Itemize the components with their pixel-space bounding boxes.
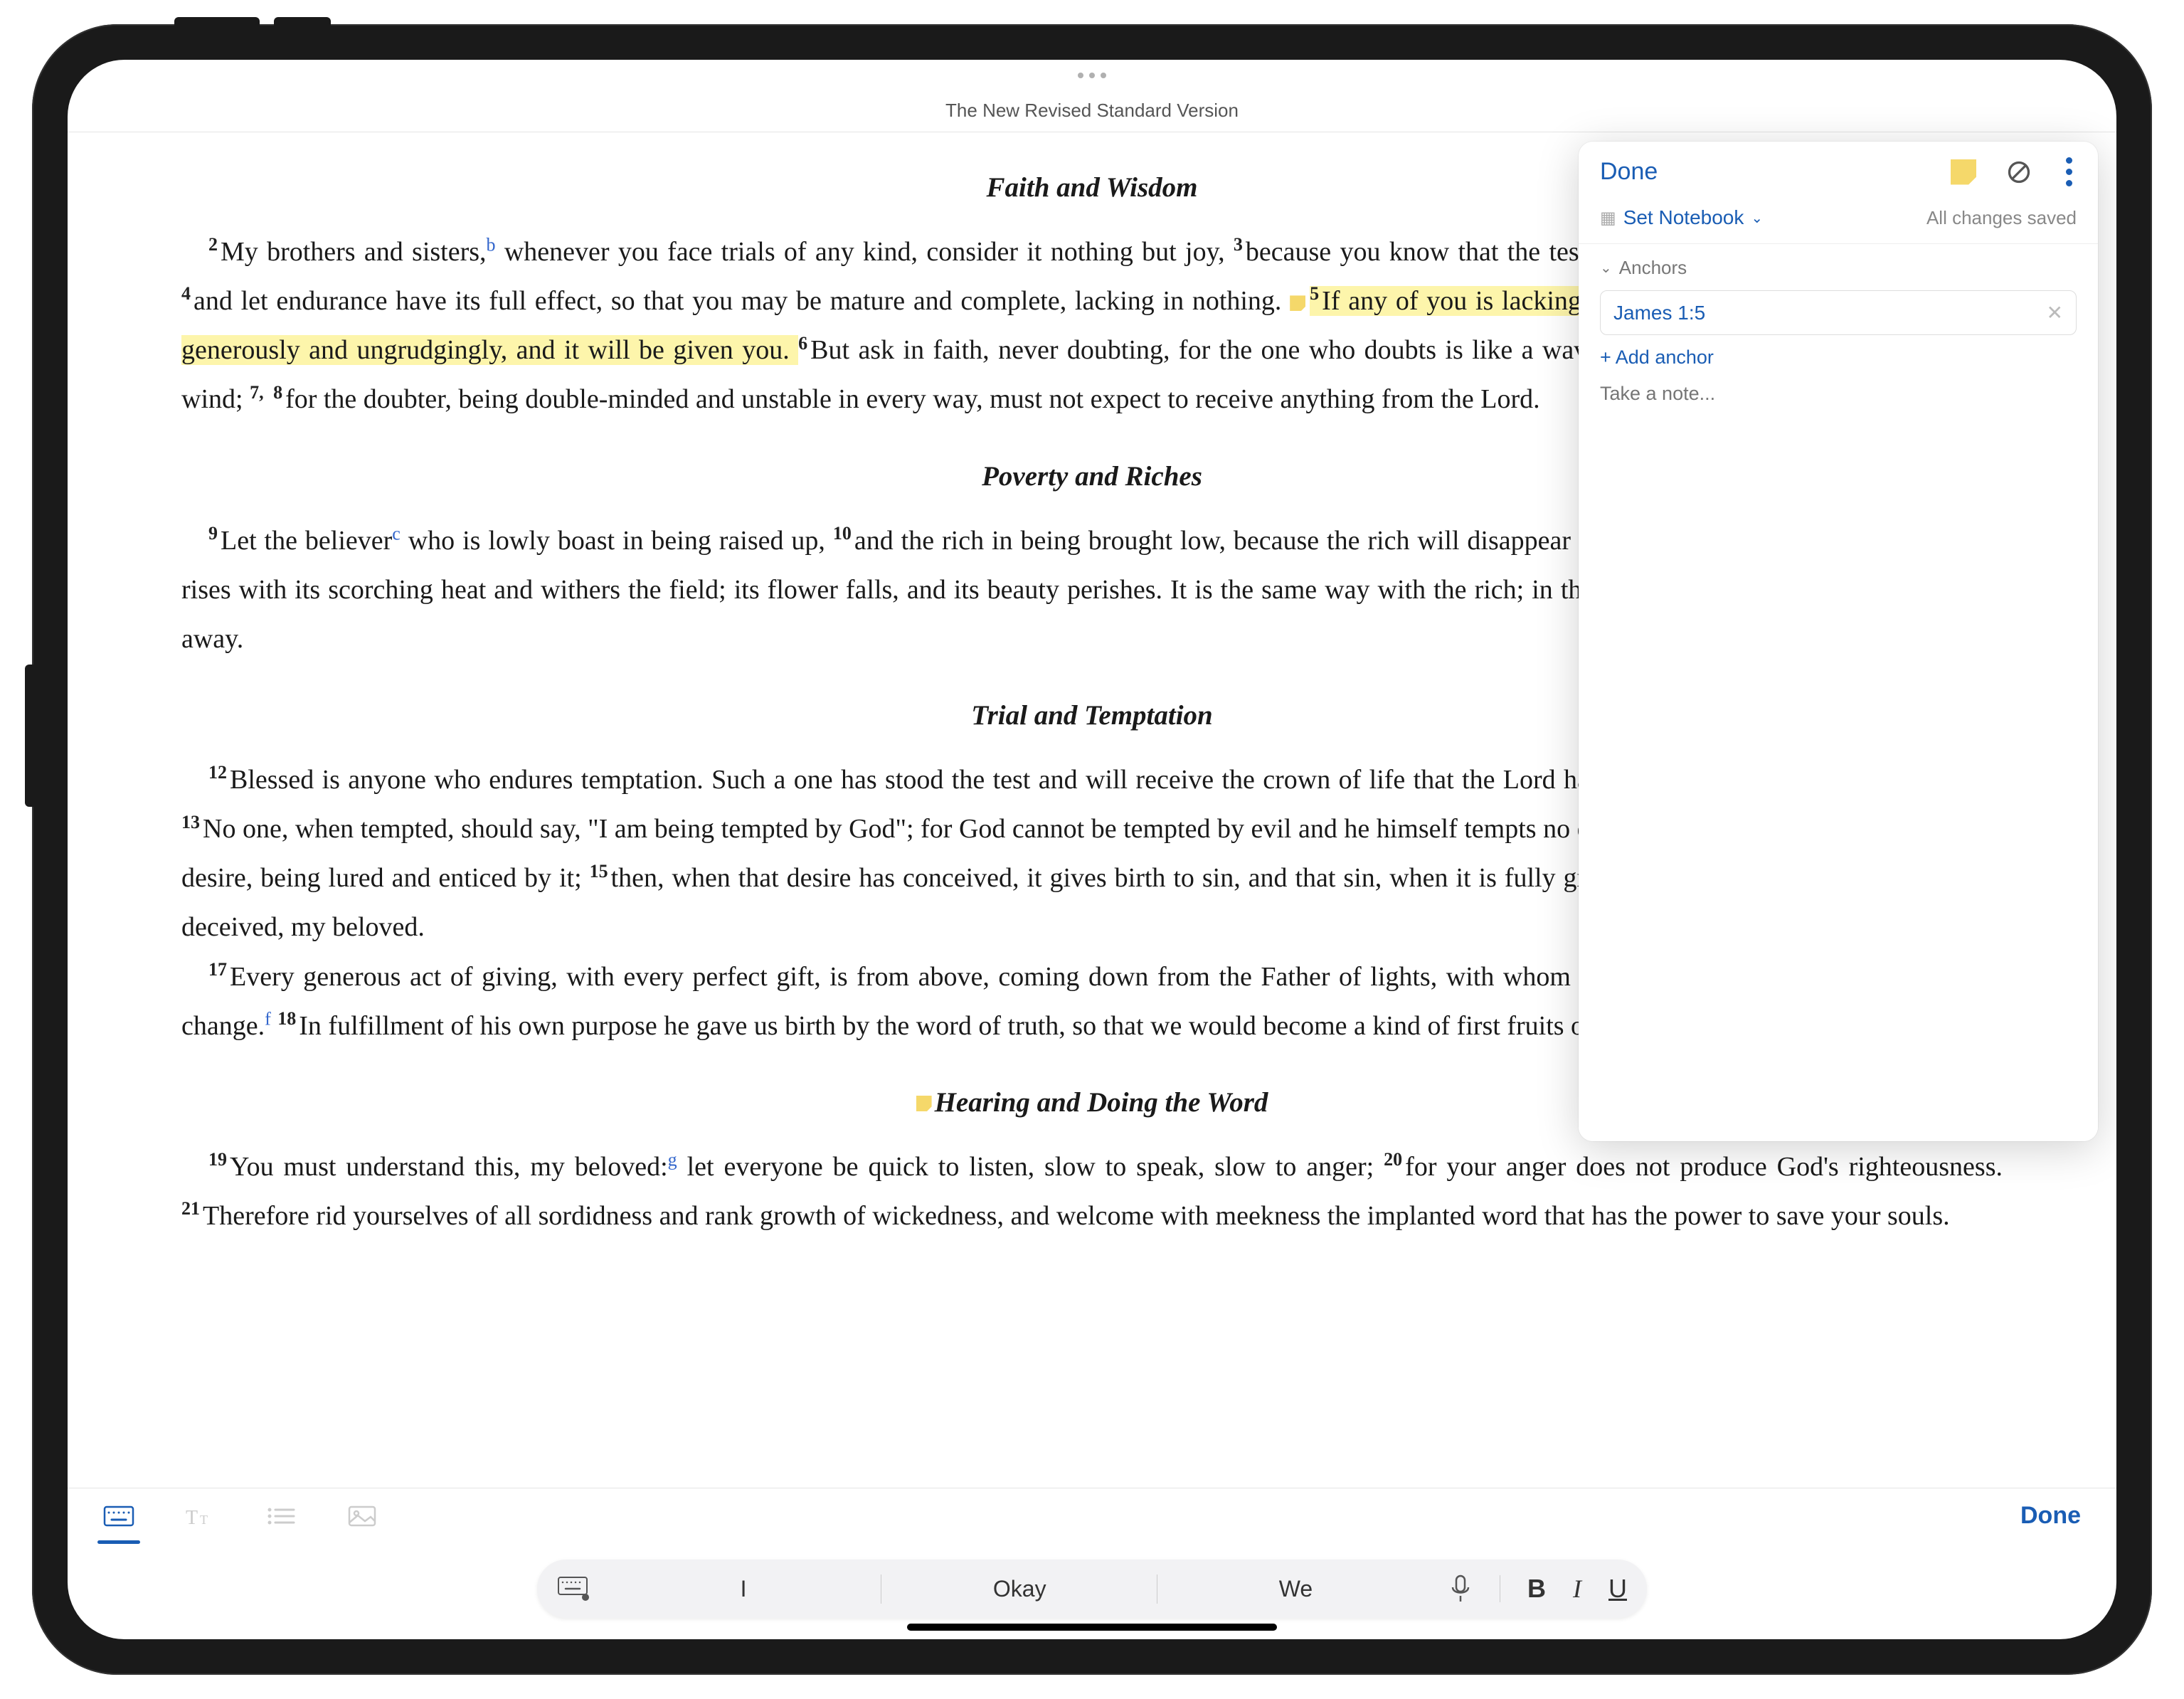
verse-number: 4 xyxy=(181,283,191,304)
verse-number: 3 xyxy=(1234,234,1243,255)
suggestion-3[interactable]: We xyxy=(1157,1560,1433,1618)
list-icon[interactable] xyxy=(265,1504,297,1528)
keyboard-tab-icon[interactable] xyxy=(103,1504,134,1528)
note-panel: Done ▦ Set Notebook ⌄ All changes saved xyxy=(1579,142,2098,1141)
notebook-icon: ▦ xyxy=(1600,208,1616,228)
bold-button[interactable]: B xyxy=(1527,1574,1546,1604)
paragraph[interactable]: 19You must understand this, my beloved:g… xyxy=(181,1143,2003,1241)
anchors-toggle[interactable]: ⌄ Anchors xyxy=(1600,257,2077,279)
verse-number: 9 xyxy=(208,523,218,544)
save-status: All changes saved xyxy=(1926,207,2077,229)
done-button[interactable]: Done xyxy=(1600,158,1658,186)
close-icon[interactable]: ✕ xyxy=(2047,301,2063,324)
suggestion-1[interactable]: I xyxy=(605,1560,881,1618)
note-marker-icon[interactable] xyxy=(916,1096,932,1111)
tablet-frame: The New Revised Standard Version Faith a… xyxy=(32,24,2152,1675)
verse-number: 5 xyxy=(1310,283,1319,304)
screen: The New Revised Standard Version Faith a… xyxy=(68,60,2116,1639)
kebab-menu-icon[interactable] xyxy=(2062,157,2077,186)
note-color-icon[interactable] xyxy=(1951,159,1976,185)
physical-buttons-top xyxy=(174,17,331,26)
bottom-toolbar: TT Done xyxy=(68,1488,2116,1543)
svg-text:T: T xyxy=(186,1507,198,1528)
anchor-chip[interactable]: James 1:5 ✕ xyxy=(1600,290,2077,335)
chevron-down-icon: ⌄ xyxy=(1751,209,1763,227)
italic-button[interactable]: I xyxy=(1573,1574,1581,1604)
verse-number: 7, xyxy=(250,382,264,403)
verse-number: 20 xyxy=(1384,1149,1402,1170)
add-anchor-button[interactable]: + Add anchor xyxy=(1600,346,2077,369)
underline-button[interactable]: U xyxy=(1608,1574,1627,1604)
chevron-down-icon: ⌄ xyxy=(1600,259,1612,277)
microphone-icon[interactable] xyxy=(1448,1574,1473,1603)
anchor-reference: James 1:5 xyxy=(1613,302,1705,324)
verse-number: 12 xyxy=(208,762,227,783)
image-icon[interactable] xyxy=(346,1504,378,1528)
verse-number: 6 xyxy=(798,333,807,354)
verse-number: 21 xyxy=(181,1198,200,1219)
note-textarea[interactable] xyxy=(1579,369,2098,1141)
verse-number: 18 xyxy=(277,1008,296,1029)
keyboard-dismiss-icon[interactable] xyxy=(557,1576,591,1602)
footnote-marker[interactable]: b xyxy=(487,234,496,255)
footnote-marker[interactable]: g xyxy=(668,1149,677,1170)
note-panel-header: Done xyxy=(1579,142,2098,199)
verse-number: 15 xyxy=(590,861,608,882)
physical-button-side xyxy=(25,665,33,807)
footnote-marker[interactable]: f xyxy=(265,1008,271,1029)
set-notebook-button[interactable]: ▦ Set Notebook ⌄ xyxy=(1600,206,1763,229)
toolbar-done-button[interactable]: Done xyxy=(2020,1502,2081,1530)
no-entry-icon[interactable] xyxy=(2006,159,2032,185)
divider xyxy=(1500,1575,1501,1602)
note-subheader: ▦ Set Notebook ⌄ All changes saved xyxy=(1579,199,2098,244)
svg-text:T: T xyxy=(200,1513,208,1527)
footnote-marker[interactable]: c xyxy=(392,523,401,544)
note-marker-icon[interactable] xyxy=(1290,295,1305,311)
verse-number: 2 xyxy=(208,234,218,255)
verse-number: 10 xyxy=(833,523,852,544)
drag-handle-icon[interactable] xyxy=(1078,73,1106,78)
verse-number: 19 xyxy=(208,1149,227,1170)
keyboard-suggestion-bar: I Okay We B I U xyxy=(537,1560,1647,1618)
text-format-icon[interactable]: TT xyxy=(184,1504,216,1528)
verse-number: 17 xyxy=(208,959,227,980)
home-indicator[interactable] xyxy=(907,1624,1277,1631)
document-title: The New Revised Standard Version xyxy=(68,91,2116,132)
suggestion-2[interactable]: Okay xyxy=(881,1560,1157,1618)
verse-number: 8 xyxy=(273,382,282,403)
verse-number: 13 xyxy=(181,812,200,832)
anchors-section: ⌄ Anchors James 1:5 ✕ + Add anchor xyxy=(1579,244,2098,369)
